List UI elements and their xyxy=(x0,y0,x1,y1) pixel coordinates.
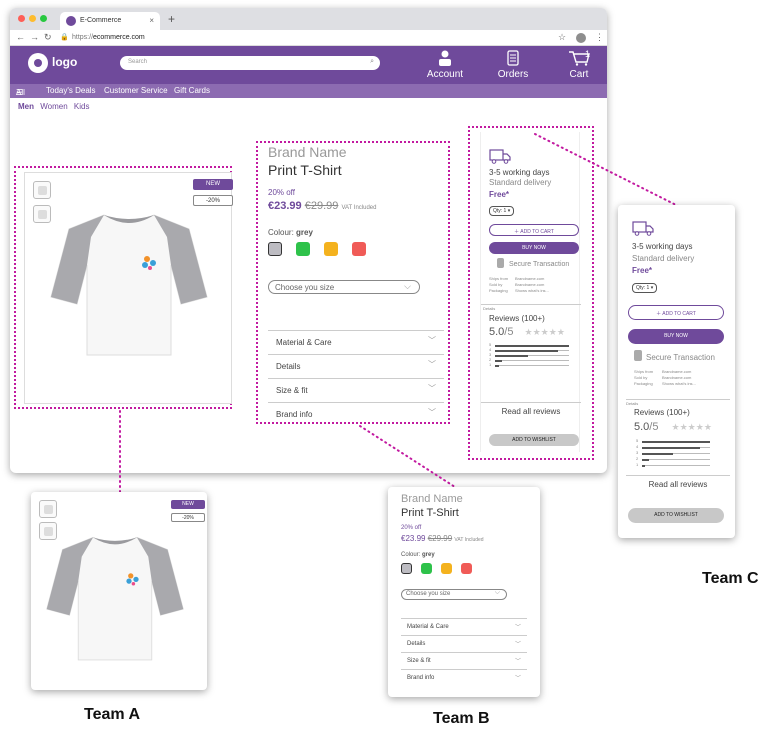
rating-bar-track xyxy=(642,452,710,455)
rating-bar-fill xyxy=(642,446,700,449)
rating-bar-fill xyxy=(642,458,649,461)
add-to-cart-label: ADD TO CART xyxy=(662,311,696,317)
team-a-card: NEW -20% xyxy=(31,492,207,690)
reviews-title: Reviews (100+) xyxy=(634,408,690,417)
rating-max: /5 xyxy=(649,421,659,433)
rating-stars: ★★★★★ xyxy=(671,422,712,432)
rating-bar-label: 1 xyxy=(636,462,639,467)
quantity-select[interactable]: Qty: 1 ▾ xyxy=(632,283,658,293)
delivery-days: 3-5 working days xyxy=(632,242,693,251)
discount-label: 20% off xyxy=(401,525,422,531)
lock-icon xyxy=(634,350,642,361)
product-title: Print T-Shirt xyxy=(401,507,459,519)
rating-bar-row: 1 xyxy=(636,462,720,468)
accordion-label: Material & Care xyxy=(407,624,449,630)
rating-bar-track xyxy=(642,446,710,449)
badge-new: NEW xyxy=(171,500,205,509)
seller-meta-labels: Ships from Sold by Packaging xyxy=(634,369,653,387)
meta-value: Shows what's ins... xyxy=(662,381,696,386)
rating-value: 5.0 xyxy=(634,421,650,433)
rating-bar-track xyxy=(642,458,710,461)
secure-transaction: Secure Transaction xyxy=(646,353,715,362)
swatch-grey[interactable] xyxy=(401,563,412,574)
size-placeholder: Choose you size xyxy=(406,591,451,597)
old-price: €29.99 xyxy=(427,534,453,543)
buy-now-button[interactable]: BUY NOW xyxy=(628,329,724,344)
truck-icon xyxy=(632,220,654,241)
rating-bars: 54321 xyxy=(636,438,720,468)
colour-label: Colour: xyxy=(401,552,421,558)
price-row: €23.99 €29.99 VAT Included xyxy=(401,534,484,543)
quantity-value: Qty: 1 xyxy=(636,285,650,291)
brand-name: Brand Name xyxy=(401,493,463,505)
swatch-yellow[interactable] xyxy=(441,563,452,574)
chevron-down-icon: ﹀ xyxy=(514,642,521,648)
colour-value: grey xyxy=(422,552,435,558)
team-b-label: Team B xyxy=(433,710,490,727)
swatch-green[interactable] xyxy=(421,563,432,574)
team-c-card: 3-5 working days Standard delivery Free*… xyxy=(618,205,735,538)
team-a-label: Team A xyxy=(84,706,141,723)
add-to-cart-button[interactable]: ＋ ADD TO CART xyxy=(628,305,724,320)
chevron-down-icon: ﹀ xyxy=(514,676,521,682)
rating-bar-fill xyxy=(642,452,673,455)
read-all-reviews-link[interactable]: Read all reviews xyxy=(626,475,730,489)
swatch-red[interactable] xyxy=(461,563,472,574)
details-label: Details xyxy=(626,399,730,406)
chevron-down-icon: ﹀ xyxy=(514,659,521,665)
tshirt-image xyxy=(46,536,184,661)
accordion-details[interactable]: Details ﹀ xyxy=(401,635,527,652)
seller-meta-values: Brandname.com Brandname.com Shows what's… xyxy=(662,369,696,387)
rating-bar-fill xyxy=(642,440,710,443)
accordion-label: Size & fit xyxy=(407,658,431,664)
colour-row: Colour: grey xyxy=(401,552,435,558)
accordion-label: Brand info xyxy=(407,675,435,681)
chevron-down-icon: ⌵ xyxy=(494,589,500,596)
current-price: €23.99 xyxy=(401,534,426,543)
accordion-size-fit[interactable]: Size & fit ﹀ xyxy=(401,652,527,669)
team-b-card: Brand Name Print T-Shirt 20% off €23.99 … xyxy=(388,487,540,697)
accordion-label: Details xyxy=(407,641,426,647)
delivery-type: Standard delivery xyxy=(632,254,695,263)
vat-note: VAT Included xyxy=(454,537,484,543)
meta-label: Packaging xyxy=(634,381,653,386)
delivery-free: Free* xyxy=(632,266,653,275)
rating-bar-fill xyxy=(642,464,646,467)
rating-row: 5.0/5 ★★★★★ xyxy=(634,421,712,433)
add-to-wishlist-button[interactable]: ADD TO WISHLIST xyxy=(628,508,724,523)
accordion-material-care[interactable]: Material & Care ﹀ xyxy=(401,618,527,635)
chevron-down-icon: ﹀ xyxy=(514,625,521,631)
accordion-brand-info[interactable]: Brand info ﹀ xyxy=(401,669,527,686)
size-select[interactable]: Choose you size ⌵ xyxy=(401,589,507,600)
team-c-label: Team C xyxy=(702,570,759,587)
rating-bar-track xyxy=(642,464,710,467)
rating-bar-track xyxy=(642,440,710,443)
